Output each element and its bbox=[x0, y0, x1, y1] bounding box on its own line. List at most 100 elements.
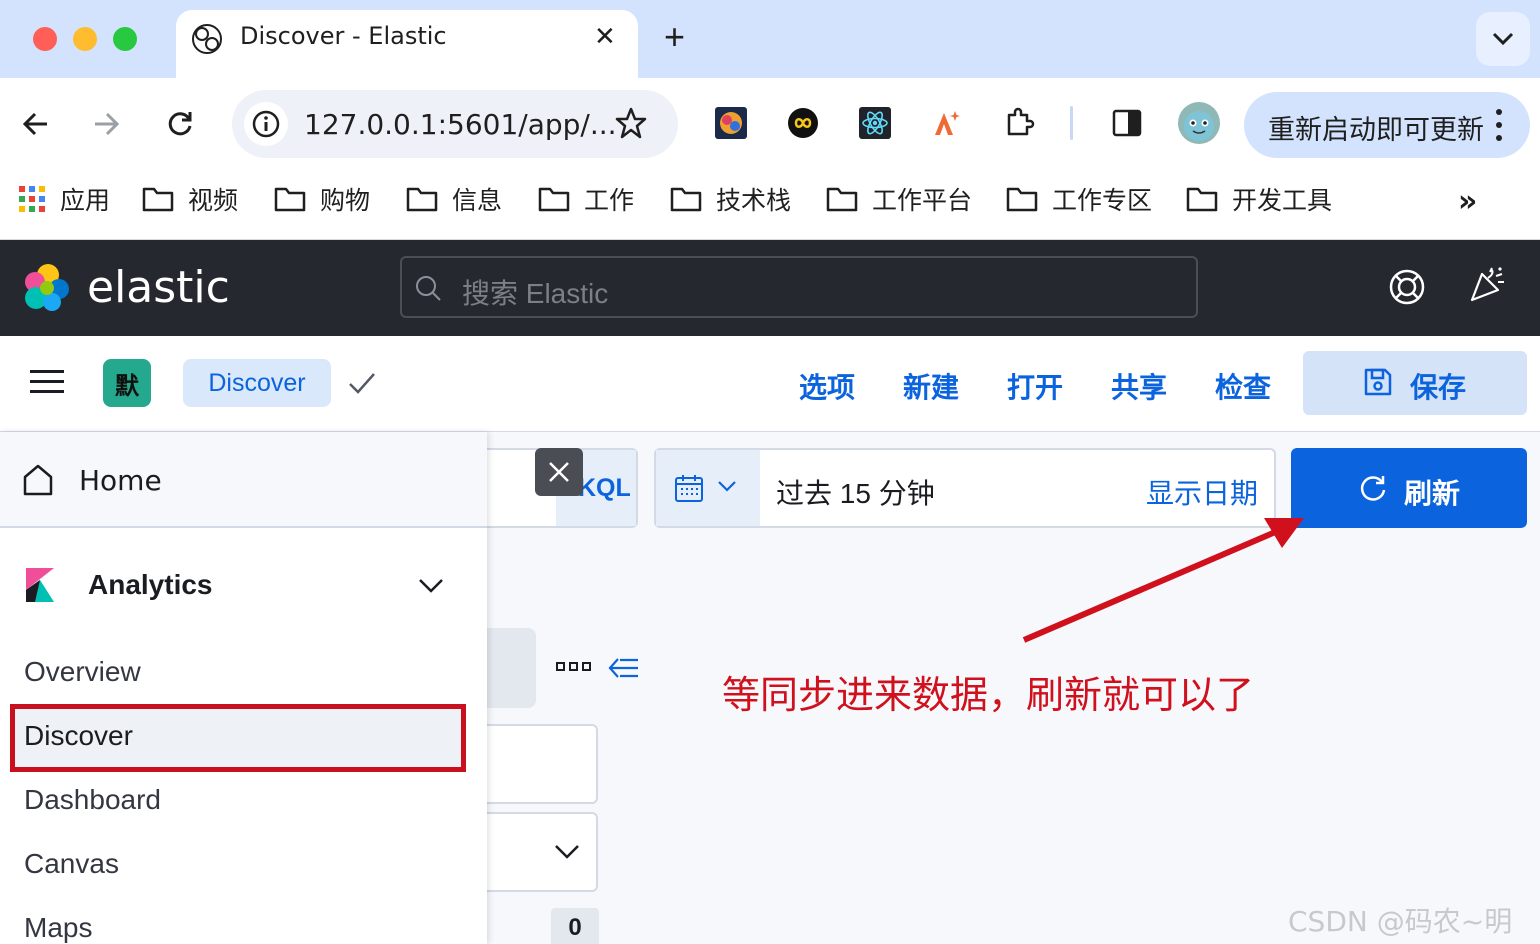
forward-button[interactable] bbox=[86, 104, 126, 144]
bookmark-label: 工作专区 bbox=[1052, 187, 1153, 215]
refresh-label: 刷新 bbox=[1404, 478, 1461, 509]
relaunch-update-label: 重新启动即可更新 bbox=[1268, 115, 1484, 145]
url-text[interactable]: 127.0.0.1:5601/app/... bbox=[304, 108, 617, 141]
field-count-badge: 0 bbox=[551, 908, 599, 944]
reload-button[interactable] bbox=[160, 104, 200, 144]
elastic-favicon-icon bbox=[192, 24, 222, 54]
breadcrumb-discover[interactable]: Discover bbox=[183, 359, 331, 407]
window-minimize-button[interactable] bbox=[73, 27, 97, 51]
menu-options[interactable]: 选项 bbox=[799, 366, 855, 406]
watermark: CSDN @码农~明哥 bbox=[1288, 905, 1513, 938]
chevron-down-icon bbox=[555, 845, 579, 859]
bookmarks-overflow-button[interactable]: » bbox=[1458, 184, 1477, 219]
global-search-placeholder: 搜索 Elastic bbox=[462, 278, 609, 309]
close-icon bbox=[549, 462, 569, 482]
save-disk-icon bbox=[1364, 368, 1392, 396]
query-language-label: KQL bbox=[578, 474, 631, 502]
field-search-input[interactable] bbox=[470, 724, 598, 804]
bookmark-star-icon[interactable] bbox=[614, 106, 648, 140]
elastic-wordmark: elastic bbox=[87, 262, 230, 313]
extension-sparkle-icon[interactable] bbox=[930, 106, 964, 140]
home-icon bbox=[23, 464, 53, 496]
check-icon bbox=[349, 373, 375, 394]
menu-collapse-left-icon[interactable] bbox=[608, 655, 640, 681]
annotation-arrow bbox=[1022, 518, 1304, 643]
nav-analytics-section-header[interactable] bbox=[0, 530, 487, 642]
close-nav-button[interactable] bbox=[535, 448, 583, 496]
bookmark-folder-video[interactable]: 视频 bbox=[142, 182, 238, 216]
extension-brain-icon[interactable] bbox=[714, 106, 748, 140]
bookmark-folder-work-platform[interactable]: 工作平台 bbox=[826, 182, 972, 216]
search-icon bbox=[416, 276, 441, 301]
kibana-logo-icon bbox=[26, 568, 54, 602]
bookmark-label: 信息 bbox=[452, 187, 503, 215]
bookmark-apps[interactable]: 应用 bbox=[18, 182, 110, 216]
elastic-logo-icon[interactable] bbox=[22, 262, 72, 312]
annotation-highlight-box bbox=[10, 704, 466, 772]
newsfeed-party-icon[interactable] bbox=[1468, 266, 1506, 304]
nav-home-label: Home bbox=[79, 464, 162, 497]
bookmark-label: 工作 bbox=[584, 187, 635, 215]
profile-avatar[interactable] bbox=[1178, 102, 1220, 144]
folder-icon bbox=[1186, 187, 1218, 212]
bookmark-folder-info[interactable]: 信息 bbox=[406, 182, 502, 216]
arrow-right-icon bbox=[95, 112, 120, 136]
quick-select-button[interactable] bbox=[656, 450, 760, 526]
kebab-menu-icon[interactable] bbox=[1490, 108, 1508, 142]
space-avatar[interactable]: 默 bbox=[103, 359, 151, 407]
side-panel-icon[interactable] bbox=[1110, 106, 1144, 140]
menu-inspect[interactable]: 检查 bbox=[1215, 366, 1271, 406]
annotation-text: 等同步进来数据，刷新就可以了 bbox=[722, 675, 1255, 717]
chevron-down-icon bbox=[419, 579, 443, 593]
folder-icon bbox=[274, 187, 306, 212]
bookmark-folder-work-zone[interactable]: 工作专区 bbox=[1006, 182, 1152, 216]
menu-open[interactable]: 打开 bbox=[1007, 366, 1063, 406]
nav-item-maps[interactable]: Maps bbox=[24, 912, 92, 944]
bookmark-label: 工作平台 bbox=[872, 187, 973, 215]
bookmark-folder-tech-stack[interactable]: 技术栈 bbox=[670, 182, 791, 216]
bookmark-folder-dev-tools[interactable]: 开发工具 bbox=[1186, 182, 1332, 216]
folder-icon bbox=[142, 187, 174, 212]
extension-react-icon[interactable] bbox=[858, 106, 892, 140]
reload-icon bbox=[168, 112, 192, 136]
bookmark-label: 应用 bbox=[60, 187, 111, 215]
tab-close-icon[interactable]: ✕ bbox=[594, 22, 616, 52]
help-lifebuoy-icon[interactable] bbox=[1388, 268, 1426, 306]
refresh-icon bbox=[1360, 476, 1386, 501]
window-maximize-button[interactable] bbox=[113, 27, 137, 51]
folder-icon bbox=[406, 187, 438, 212]
extension-infinity-icon[interactable] bbox=[786, 106, 820, 140]
hamburger-menu-icon[interactable] bbox=[30, 368, 64, 396]
time-range-label[interactable]: 过去 15 分钟 bbox=[776, 472, 935, 512]
site-info-button[interactable] bbox=[244, 102, 288, 146]
nav-item-dashboard[interactable]: Dashboard bbox=[24, 784, 161, 816]
nav-item-canvas[interactable]: Canvas bbox=[24, 848, 119, 880]
back-button[interactable] bbox=[16, 104, 56, 144]
extensions-puzzle-icon[interactable] bbox=[1002, 106, 1036, 140]
save-label: 保存 bbox=[1410, 372, 1467, 403]
bookmark-label: 技术栈 bbox=[716, 187, 792, 215]
bookmark-label: 购物 bbox=[320, 187, 371, 215]
bookmark-folder-shopping[interactable]: 购物 bbox=[274, 182, 370, 216]
new-tab-button[interactable]: + bbox=[664, 18, 685, 56]
chevron-down-icon bbox=[1492, 32, 1514, 46]
folder-icon bbox=[1006, 187, 1038, 212]
chevron-down-icon bbox=[718, 481, 736, 492]
menu-share[interactable]: 共享 bbox=[1111, 366, 1167, 406]
toolbar-separator bbox=[1070, 106, 1073, 140]
more-dots-icon[interactable] bbox=[556, 660, 592, 674]
apps-grid-icon bbox=[19, 186, 45, 212]
window-close-button[interactable] bbox=[33, 27, 57, 51]
show-dates-link[interactable]: 显示日期 bbox=[1146, 472, 1258, 512]
folder-icon bbox=[670, 187, 702, 212]
info-icon bbox=[252, 110, 280, 138]
tab-search-button[interactable] bbox=[1476, 12, 1530, 66]
folder-icon bbox=[826, 187, 858, 212]
nav-home-item[interactable] bbox=[0, 432, 487, 528]
tab-title: Discover - Elastic bbox=[240, 22, 447, 50]
nav-item-overview[interactable]: Overview bbox=[24, 656, 141, 688]
menu-new[interactable]: 新建 bbox=[903, 366, 959, 406]
bookmark-folder-work[interactable]: 工作 bbox=[538, 182, 634, 216]
bookmark-label: 开发工具 bbox=[1232, 187, 1333, 215]
calendar-icon bbox=[675, 475, 703, 502]
